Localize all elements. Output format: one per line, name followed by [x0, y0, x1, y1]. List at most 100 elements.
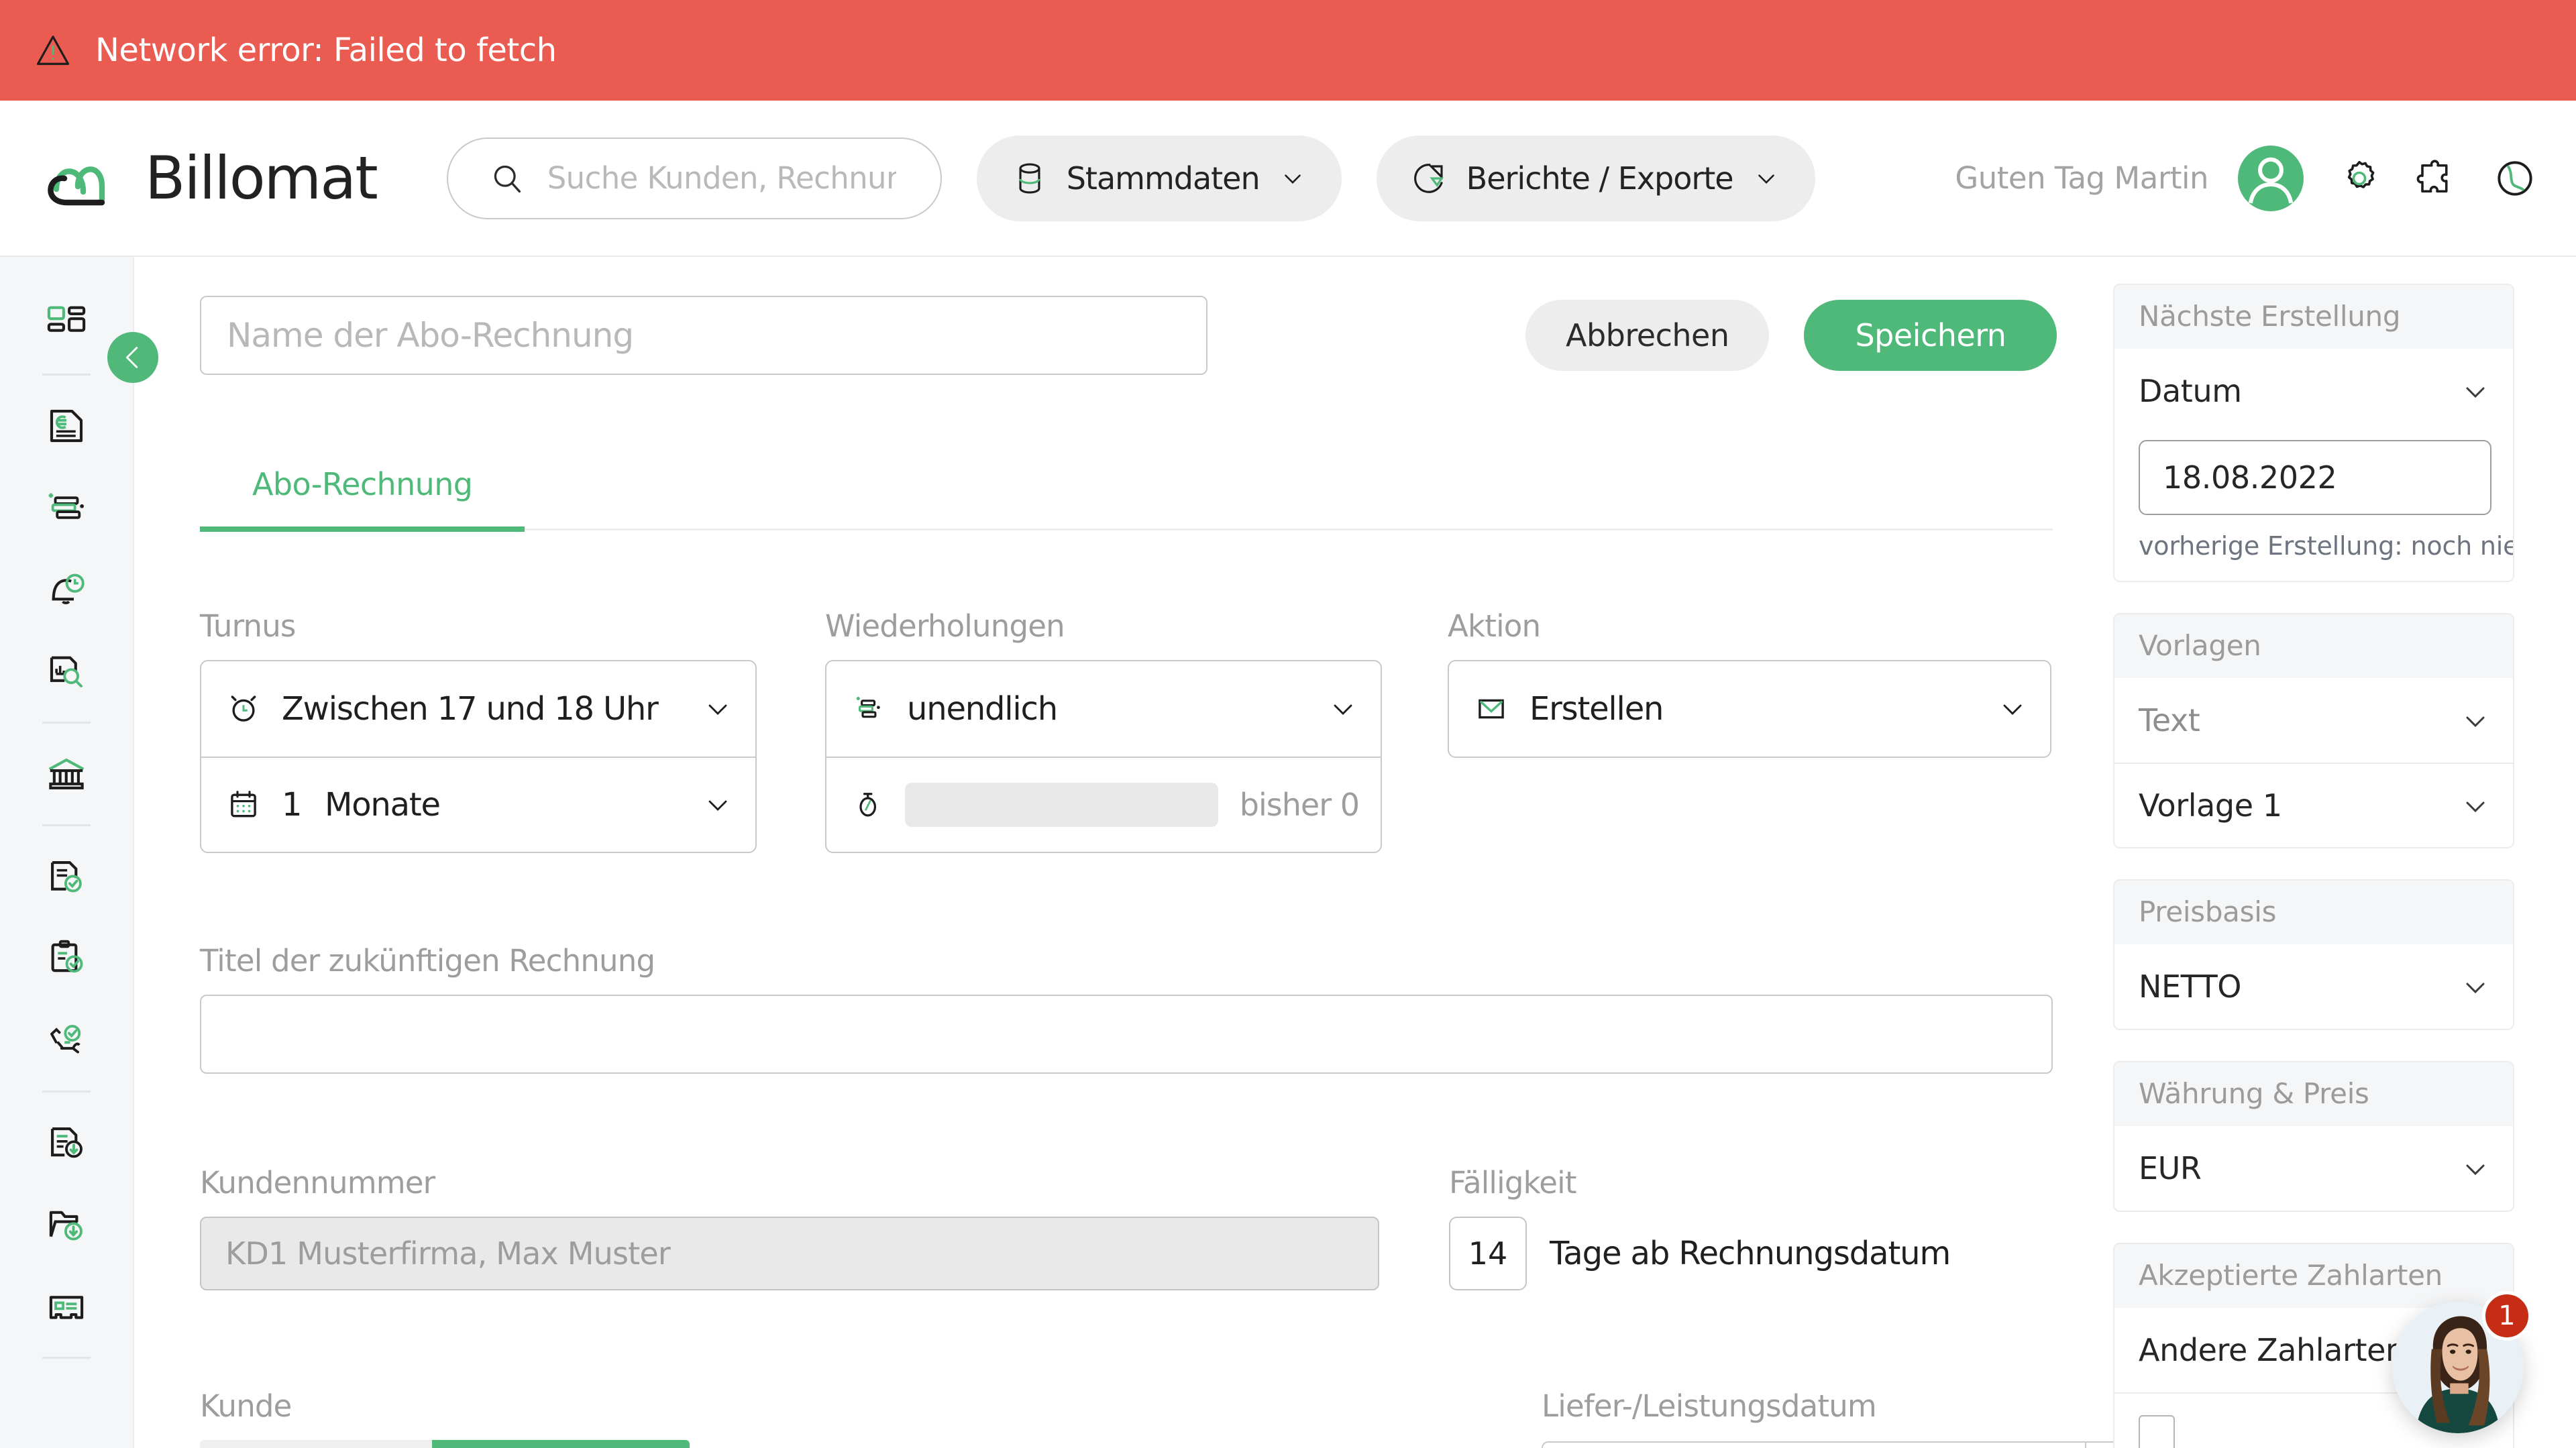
sidebar-item-invoices[interactable]	[26, 385, 107, 467]
tab-bar: Abo-Rechnung	[200, 466, 2053, 532]
wiederholungen-select[interactable]: unendlich	[826, 661, 1381, 757]
kunde-group: Kunde	[200, 1388, 690, 1448]
nav-stammdaten[interactable]: Stammdaten	[976, 135, 1342, 221]
chevron-down-icon	[708, 800, 727, 811]
sidebar-item-documents[interactable]	[26, 836, 107, 917]
right-sidebar: Nächste Erstellung Datum vorherige Erste…	[2113, 257, 2576, 1448]
vorlagen-template-select[interactable]: Vorlage 1	[2114, 763, 2513, 847]
turnus-interval-unit: Monate	[325, 786, 441, 824]
waehrung-select[interactable]: EUR	[2114, 1126, 2513, 1211]
kunde-label: Kunde	[200, 1388, 292, 1424]
card-title: Nächste Erstellung	[2114, 285, 2513, 349]
erstellung-date-input[interactable]	[2139, 440, 2491, 515]
user-avatar-icon[interactable]	[2238, 145, 2304, 211]
kunde-tab-left[interactable]	[200, 1440, 432, 1448]
sidebar-divider	[42, 1357, 91, 1359]
abo-name-input[interactable]	[200, 296, 1208, 375]
waehrung-value: EUR	[2139, 1150, 2202, 1186]
sidebar-item-recurring[interactable]	[26, 467, 107, 549]
nav-berichte-label: Berichte / Exporte	[1466, 160, 1734, 197]
turnus-time-select[interactable]: Zwischen 17 und 18 Uhr	[201, 661, 755, 757]
letter-icon	[49, 1296, 84, 1319]
chevron-down-icon	[2466, 387, 2485, 398]
aktion-value: Erstellen	[1529, 690, 1664, 728]
puzzle-icon[interactable]	[2415, 156, 2459, 201]
title-row: Abbrechen Speichern	[200, 296, 2113, 375]
aktion-select[interactable]: Erstellen	[1449, 661, 2050, 757]
chevron-left-icon	[125, 347, 138, 368]
sidebar-item-dashboard[interactable]	[26, 282, 107, 364]
brand-logo[interactable]: Billomat	[38, 144, 378, 213]
titel-rechnung-group: Titel der zukünftigen Rechnung	[200, 943, 2113, 1074]
erstellung-type-value: Datum	[2139, 373, 2242, 409]
wiederholungen-label: Wiederholungen	[825, 608, 1065, 644]
sidebar-item-reports[interactable]	[26, 630, 107, 712]
search-box[interactable]	[446, 137, 942, 219]
kundennummer-input[interactable]	[200, 1217, 1379, 1290]
zahlarten-value: Andere Zahlarten	[2139, 1332, 2405, 1368]
report-search-icon	[50, 656, 83, 687]
sidebar-divider	[42, 722, 91, 724]
kunde-tab-right-active[interactable]	[432, 1440, 690, 1448]
vorlagen-text-select[interactable]: Text	[2114, 678, 2513, 763]
zahlart-checkbox[interactable]	[2139, 1415, 2175, 1448]
chevron-down-icon	[2466, 1164, 2485, 1176]
vorlagen-template-value: Vorlage 1	[2139, 787, 2282, 824]
kunde-selector-partial[interactable]	[200, 1440, 690, 1448]
sidebar-item-folder-download[interactable]	[26, 1184, 107, 1266]
turnus-group: Turnus Zwischen 17 und 18 Uhr 1 Monate	[200, 608, 757, 853]
warning-triangle-icon	[36, 36, 70, 65]
sidebar-item-doc-download[interactable]	[26, 1102, 107, 1184]
erstellung-hint: vorherige Erstellung: noch nie	[2139, 531, 2514, 561]
greeting-text: Guten Tag Martin	[1955, 160, 2208, 196]
nav-berichte-exporte[interactable]: Berichte / Exporte	[1376, 135, 1815, 221]
brand-name: Billomat	[145, 144, 378, 213]
document-download-icon	[51, 1127, 83, 1158]
faelligkeit-suffix: Tage ab Rechnungsdatum	[1550, 1235, 1951, 1272]
chevron-down-icon	[1284, 174, 1301, 184]
network-error-banner: Network error: Failed to fetch	[0, 0, 2576, 101]
kundennummer-label: Kundennummer	[200, 1165, 435, 1201]
faelligkeit-label: Fälligkeit	[1449, 1165, 1577, 1201]
customer-due-row: Kundennummer Fälligkeit Tage ab Rechnung…	[200, 1165, 2113, 1290]
bank-icon	[48, 759, 85, 789]
sidebar-item-agreements[interactable]	[26, 999, 107, 1081]
titel-rechnung-label: Titel der zukünftigen Rechnung	[200, 943, 655, 979]
liefer-input-partial[interactable]	[1542, 1441, 2164, 1448]
card-title: Währung & Preis	[2114, 1062, 2513, 1126]
faelligkeit-group: Fälligkeit Tage ab Rechnungsdatum	[1449, 1165, 1951, 1290]
liefer-date-input[interactable]	[1542, 1441, 2085, 1448]
erstellung-type-select[interactable]: Datum	[2114, 349, 2513, 433]
wiederholungen-counter-text: bisher 0	[1239, 787, 1360, 823]
sidebar-item-letter[interactable]	[26, 1266, 107, 1347]
error-message: Network error: Failed to fetch	[95, 32, 557, 69]
globe-icon[interactable]	[2493, 156, 2537, 201]
tab-abo-rechnung[interactable]: Abo-Rechnung	[200, 466, 525, 532]
save-button[interactable]: Speichern	[1804, 300, 2057, 371]
sidebar-item-reminders[interactable]	[26, 549, 107, 630]
gear-icon[interactable]	[2337, 156, 2381, 201]
faelligkeit-days-input[interactable]	[1449, 1217, 1527, 1290]
sidebar-divider	[42, 374, 91, 376]
preisbasis-select[interactable]: NETTO	[2114, 944, 2513, 1029]
card-vorlagen: Vorlagen Text Vorlage 1	[2113, 613, 2514, 848]
turnus-interval-number: 1	[282, 786, 303, 824]
chevron-down-icon	[2003, 704, 2022, 715]
sidebar-divider	[42, 1091, 91, 1093]
cancel-button[interactable]: Abbrechen	[1525, 300, 1770, 371]
search-input[interactable]	[547, 160, 896, 196]
clipboard-check-icon	[51, 940, 83, 973]
database-icon	[1019, 163, 1040, 194]
sidebar-collapse-button[interactable]	[107, 332, 158, 383]
repeat-stack-icon	[856, 697, 880, 718]
card-waehrung-preis: Währung & Preis EUR	[2113, 1061, 2514, 1212]
card-naechste-erstellung: Nächste Erstellung Datum vorherige Erste…	[2113, 284, 2514, 582]
turnus-time-value: Zwischen 17 und 18 Uhr	[282, 690, 659, 728]
sidebar-item-bank[interactable]	[26, 733, 107, 815]
sidebar-item-tasks[interactable]	[26, 917, 107, 999]
aktion-group: Aktion Erstellen	[1448, 608, 2051, 853]
titel-rechnung-input[interactable]	[200, 995, 2053, 1074]
main-content: Abbrechen Speichern Abo-Rechnung Turnus …	[136, 257, 2164, 1448]
alarm-clock-icon	[231, 695, 256, 722]
turnus-interval-select[interactable]: 1 Monate	[201, 757, 755, 852]
